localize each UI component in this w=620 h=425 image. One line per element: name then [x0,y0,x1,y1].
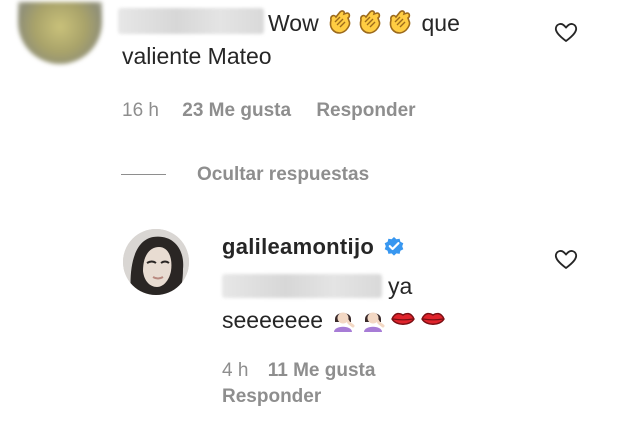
lips-icon [391,312,416,325]
reply-text-suffix: ya [388,273,413,299]
reply-button[interactable]: Responder [316,100,415,121]
reply-header: galileamontijo [222,234,405,260]
woman-facepalming-icon [334,312,355,332]
clapping-hands-icon [329,10,351,34]
like-heart-icon[interactable] [554,248,578,270]
clapping-hands-icon [359,10,381,34]
comment-text: Wow que [268,8,460,37]
hide-replies-button[interactable]: Ocultar respuestas [197,164,369,186]
reply-username[interactable]: galileamontijo [222,234,374,259]
reply-meta: 4 h 11 Me gusta [222,360,375,382]
hide-replies-label: Ocultar respuestas [197,164,370,185]
username-redacted[interactable] [118,8,264,34]
reply-likes[interactable]: 11 Me gusta [268,360,376,381]
comment-meta: 16 h 23 Me gusta Responder [122,100,416,122]
replies-divider [121,174,166,175]
comment-likes[interactable]: 23 Me gusta [182,100,291,121]
comment-time: 16 h [122,100,159,121]
reply-button[interactable]: Responder [222,386,321,408]
reply-button-label: Responder [222,386,322,407]
clapping-hands-icon [389,10,411,34]
avatar[interactable] [18,2,102,64]
mention-redacted[interactable] [222,274,382,298]
reply-text-line2: seeeeeee [222,305,449,334]
avatar[interactable] [123,229,189,295]
comment-text-end: que [421,10,460,36]
avatar-photo [123,229,189,295]
woman-facepalming-icon [364,312,385,332]
lips-icon [421,312,446,325]
reply-text: seeeeeee [222,307,324,333]
comment-text-line2: valiente Mateo [122,43,272,69]
like-heart-icon[interactable] [554,21,578,43]
reply-time: 4 h [222,360,249,381]
verified-badge-icon [384,237,403,256]
comment-text-start: Wow [268,10,319,36]
